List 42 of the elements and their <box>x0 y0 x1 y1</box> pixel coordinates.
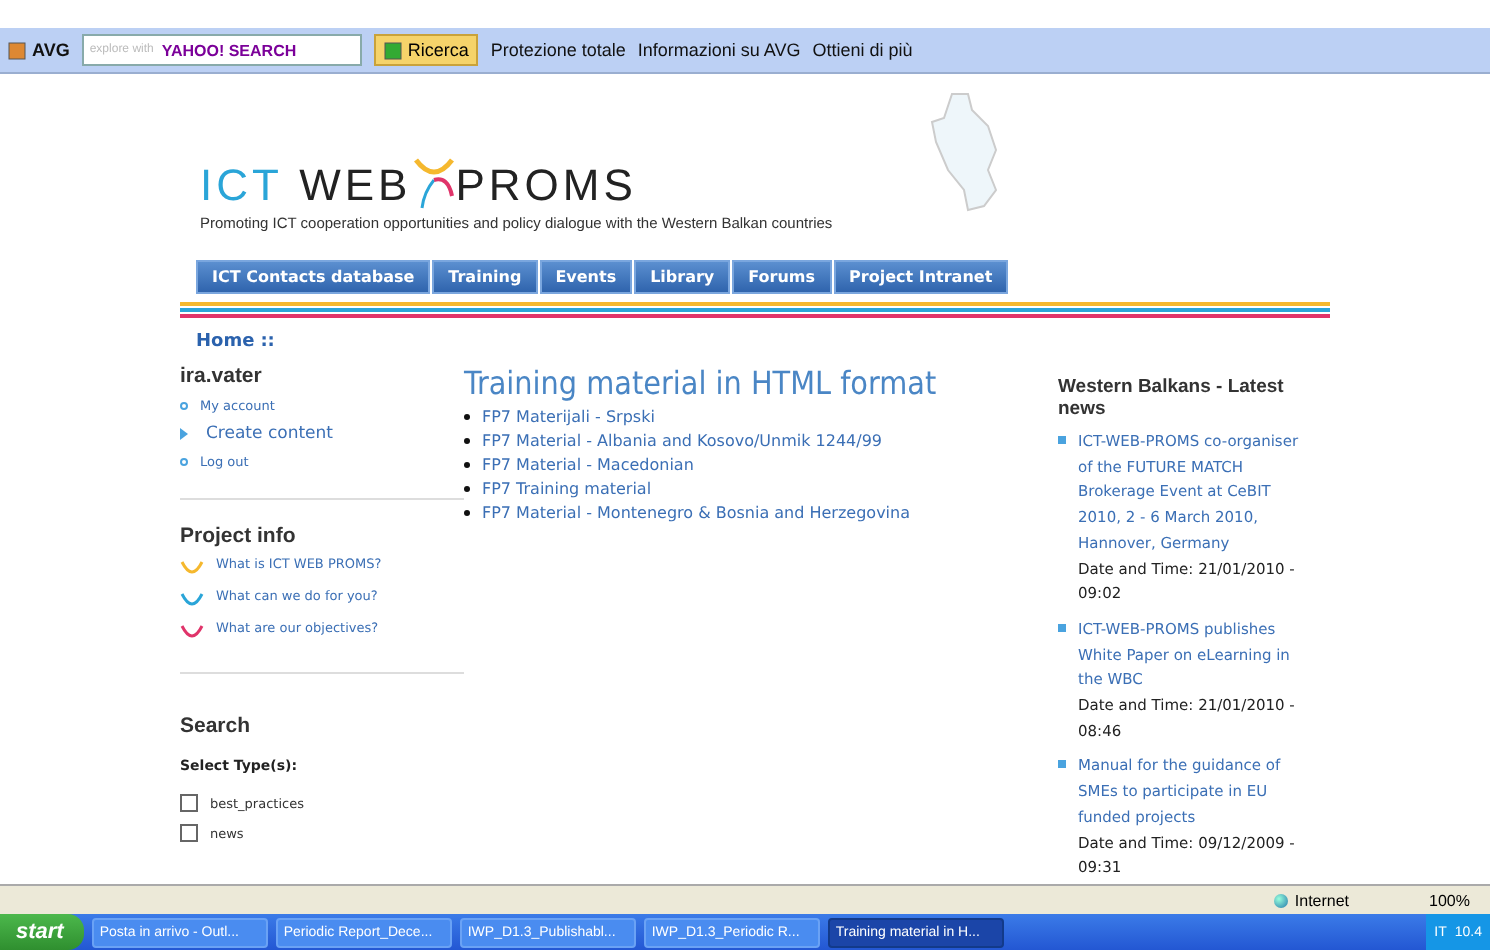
bullet-icon <box>464 414 470 420</box>
bullet-icon <box>464 486 470 492</box>
bullet-icon <box>1058 760 1066 769</box>
breadcrumb-separator: :: <box>260 332 275 352</box>
map-drawing <box>928 90 1000 214</box>
globe-icon <box>1274 893 1289 907</box>
bullet-icon <box>464 510 470 516</box>
material-link[interactable]: FP7 Materijali - Srpski <box>482 408 655 426</box>
user-name: ira.vater <box>180 364 264 388</box>
nav-tab[interactable]: Forums <box>732 260 832 294</box>
material-link[interactable]: FP7 Material - Montenegro & Bosnia and Herzegovina <box>482 504 910 522</box>
nav-tab[interactable]: ICT Contacts database <box>196 260 431 294</box>
material-link[interactable]: FP7 Material - Albania and Kosovo/Unmik 1244/99 <box>482 432 883 450</box>
bullet-icon <box>180 402 188 410</box>
nav-tab[interactable]: Project Intranet <box>833 260 1009 294</box>
material-link[interactable]: FP7 Material - Macedonian <box>482 456 694 474</box>
bullet-icon <box>1058 436 1066 444</box>
checkbox[interactable] <box>180 824 198 842</box>
search-button[interactable]: Ricerca <box>373 34 479 66</box>
toolbar-item[interactable]: Protezione totale <box>490 40 626 60</box>
nav-tab[interactable]: Library <box>634 260 731 294</box>
zone-indicator: Internet <box>1294 891 1350 909</box>
user-menu-link[interactable]: Create content <box>206 424 333 444</box>
nav-tab[interactable]: Training <box>432 260 538 294</box>
nav-tab[interactable]: Events <box>539 260 633 294</box>
bullet-icon <box>464 438 470 444</box>
avg-toolbar-button[interactable]: AVG <box>8 40 70 60</box>
site-logo: ICT WEB PROMS <box>200 156 639 212</box>
bullet-icon <box>464 462 470 468</box>
start-button[interactable]: start <box>0 914 84 950</box>
section-heading: Search <box>180 714 253 738</box>
news-heading: Western Balkans - Latest news <box>1058 376 1286 420</box>
page-title: Training material in HTML format <box>464 364 939 402</box>
material-link[interactable]: FP7 Training material <box>482 480 652 498</box>
toolbar-item[interactable]: Informazioni su AVG <box>637 40 801 60</box>
section-heading: Project info <box>180 524 298 548</box>
toolbar-item[interactable]: Ottieni di più <box>812 40 913 60</box>
bullet-icon <box>180 458 188 466</box>
checkbox[interactable] <box>180 794 198 812</box>
zoom-control[interactable]: 100% <box>1429 891 1470 909</box>
home-link[interactable]: Home <box>196 332 255 352</box>
bullet-icon <box>1058 623 1066 632</box>
